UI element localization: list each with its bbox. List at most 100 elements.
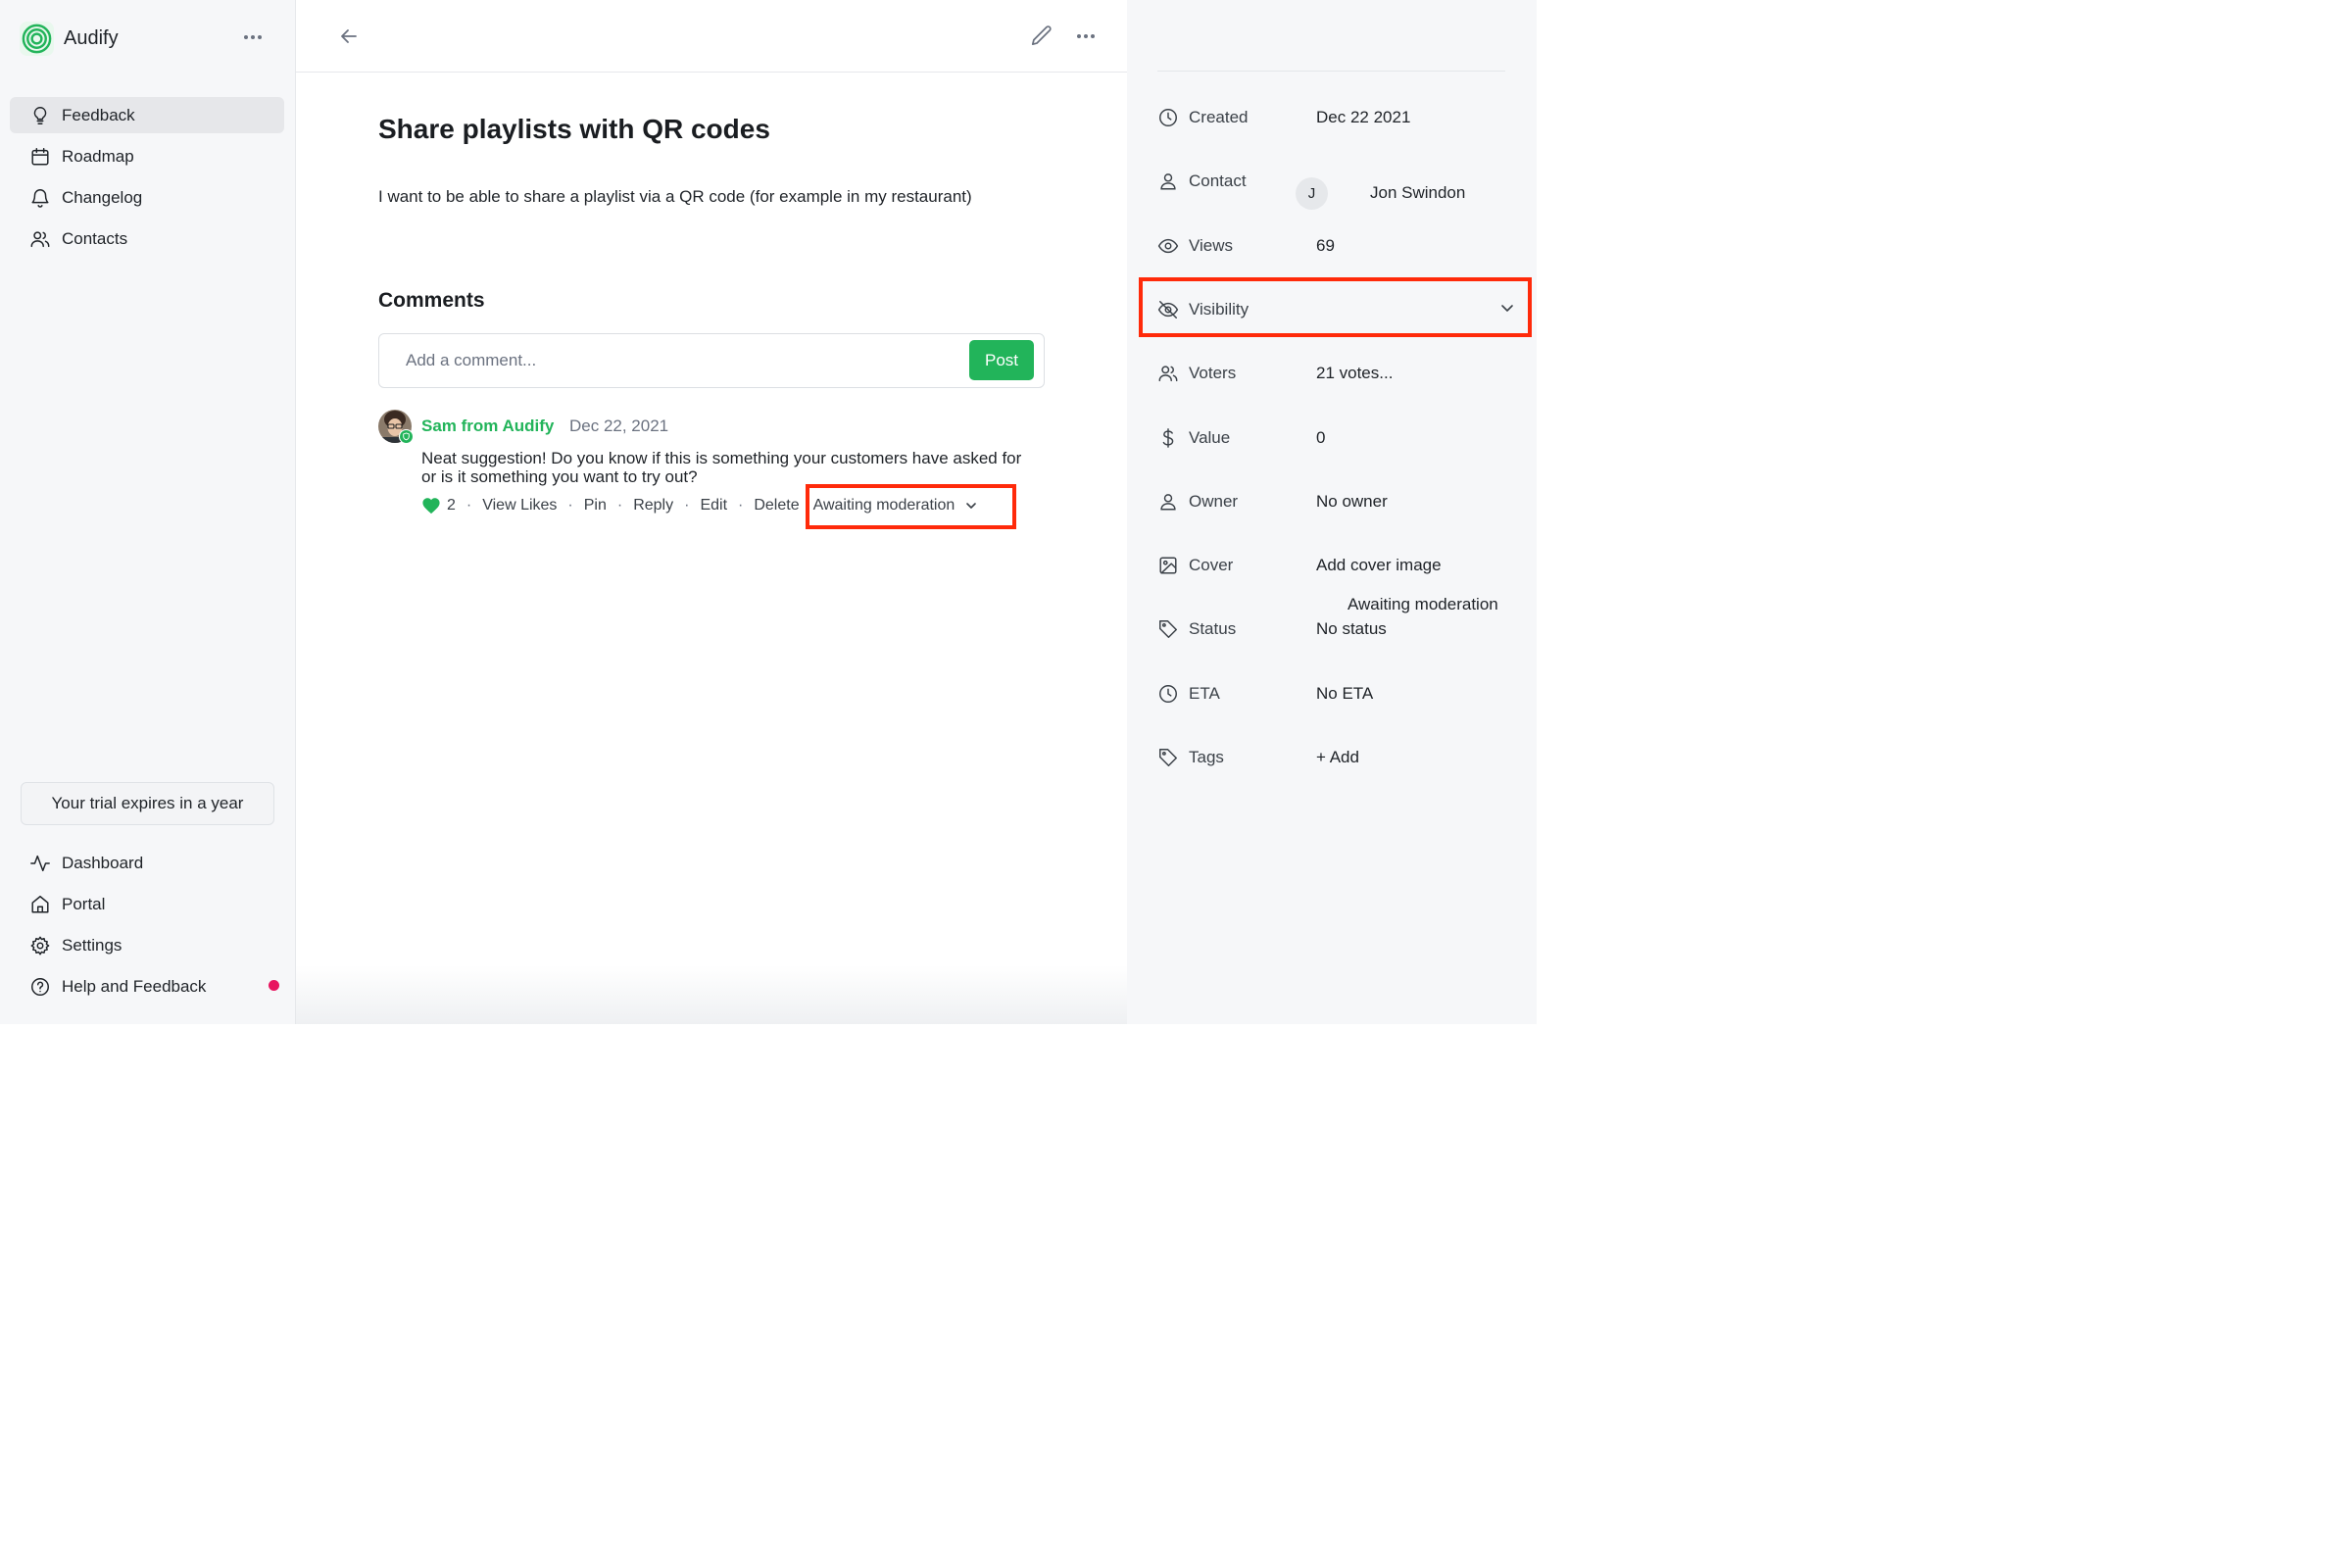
- voters-value[interactable]: 21 votes...: [1316, 364, 1393, 383]
- sidebar-item-label: Feedback: [62, 105, 135, 124]
- eta-value[interactable]: No ETA: [1316, 684, 1373, 704]
- pencil-icon[interactable]: [1029, 24, 1054, 49]
- dollar-icon: [1162, 428, 1174, 448]
- sidebar-item-feedback[interactable]: Feedback: [10, 97, 284, 133]
- comment-actions: 2 · View Likes · Pin · Reply · Edit · De…: [421, 497, 978, 514]
- app-name: Audify: [64, 27, 119, 49]
- clock-icon: [1159, 685, 1177, 703]
- sidebar-item-settings[interactable]: Settings: [10, 927, 284, 963]
- sidebar-item-changelog[interactable]: Changelog: [10, 179, 284, 216]
- tag-icon: [1159, 620, 1177, 638]
- contact-avatar[interactable]: J: [1296, 177, 1328, 210]
- separator-dot: ·: [567, 497, 573, 514]
- more-horizontal-icon[interactable]: [239, 29, 267, 45]
- chevron-down-icon[interactable]: [1499, 300, 1515, 316]
- sidebar-item-label: Portal: [62, 894, 106, 913]
- separator-dot: ·: [616, 497, 623, 514]
- property-label: Contact: [1189, 172, 1247, 190]
- audify-logo-icon: [20, 22, 54, 56]
- cover-value[interactable]: Add cover image: [1316, 556, 1442, 575]
- shield-check-icon: [399, 429, 414, 444]
- brand[interactable]: Audify: [20, 22, 119, 56]
- separator-dot: ·: [738, 497, 744, 514]
- property-views: Views 69: [1157, 232, 1530, 260]
- users-icon: [30, 230, 50, 247]
- sidebar-item-roadmap[interactable]: Roadmap: [10, 138, 284, 174]
- more-horizontal-icon[interactable]: [1072, 27, 1100, 45]
- arrow-left-icon[interactable]: [337, 24, 361, 48]
- views-value: 69: [1316, 236, 1335, 255]
- property-label: Views: [1189, 236, 1234, 255]
- comment-author[interactable]: Sam from Audify: [421, 416, 554, 436]
- property-contact: Contact: [1157, 168, 1530, 195]
- activity-icon: [30, 855, 50, 871]
- comment-moderation-value: Awaiting moderation: [812, 497, 956, 514]
- sidebar-item-label: Roadmap: [62, 146, 134, 166]
- property-visibility: Visibility Awaiting moderation: [1157, 296, 1530, 613]
- comment-input[interactable]: [380, 335, 958, 386]
- owner-value[interactable]: No owner: [1316, 492, 1388, 512]
- edit-link[interactable]: Edit: [700, 497, 727, 514]
- trial-banner[interactable]: Your trial expires in a year: [21, 782, 274, 825]
- sidebar: Audify Feedback Roadmap Changelog Contac…: [0, 0, 296, 1024]
- property-label: Status: [1189, 619, 1237, 638]
- property-label: Owner: [1189, 492, 1239, 511]
- property-label: Created: [1189, 108, 1249, 126]
- sidebar-item-label: Changelog: [62, 187, 143, 207]
- post-comment-button[interactable]: Post: [969, 340, 1034, 380]
- view-likes-link[interactable]: View Likes: [482, 497, 557, 514]
- status-value[interactable]: No status: [1316, 619, 1387, 639]
- help-circle-icon: [31, 977, 49, 996]
- heart-icon[interactable]: [421, 497, 441, 514]
- property-owner: Owner No owner: [1157, 488, 1530, 515]
- image-icon: [1159, 557, 1177, 574]
- sidebar-item-label: Settings: [62, 935, 122, 955]
- property-tags: Tags + Add: [1157, 744, 1530, 771]
- comment-date: Dec 22, 2021: [569, 416, 669, 435]
- eye-off-icon: [1157, 301, 1179, 318]
- property-label: ETA: [1189, 684, 1220, 703]
- post-title: Share playlists with QR codes: [378, 114, 770, 144]
- calendar-icon: [31, 147, 49, 166]
- home-icon: [31, 895, 49, 913]
- property-label: Tags: [1189, 748, 1224, 766]
- separator-dot: ·: [466, 497, 472, 514]
- visibility-select[interactable]: Awaiting moderation: [1348, 592, 1547, 617]
- property-eta: ETA No ETA: [1157, 680, 1530, 708]
- property-label: Value: [1189, 428, 1231, 447]
- delete-link[interactable]: Delete: [754, 497, 799, 514]
- value-value[interactable]: 0: [1316, 428, 1325, 448]
- user-icon: [1160, 173, 1176, 190]
- comments-heading: Comments: [378, 289, 485, 312]
- reply-link[interactable]: Reply: [633, 497, 673, 514]
- bell-icon: [31, 188, 49, 208]
- sidebar-item-help[interactable]: Help and Feedback: [10, 968, 284, 1004]
- user-icon: [1160, 494, 1176, 511]
- comment-text: Neat suggestion! Do you know if this is …: [421, 449, 1022, 486]
- sidebar-item-contacts[interactable]: Contacts: [10, 220, 284, 257]
- tag-icon: [1159, 749, 1177, 766]
- sidebar-item-dashboard[interactable]: Dashboard: [10, 845, 284, 881]
- eye-icon: [1157, 238, 1179, 254]
- notification-dot: [269, 980, 279, 991]
- topbar: [296, 0, 1127, 73]
- created-value: Dec 22 2021: [1316, 108, 1411, 126]
- sidebar-item-label: Contacts: [62, 228, 128, 248]
- contact-name[interactable]: Jon Swindon: [1370, 183, 1465, 203]
- property-created: Created Dec 22 2021: [1157, 104, 1530, 131]
- users-icon: [1158, 366, 1178, 382]
- comment-moderation-dropdown[interactable]: Awaiting moderation: [813, 497, 979, 514]
- lightbulb-icon: [33, 106, 47, 124]
- post-description: I want to be able to share a playlist vi…: [378, 187, 972, 206]
- property-cover: Cover Add cover image: [1157, 552, 1530, 579]
- add-tag-button[interactable]: + Add: [1316, 748, 1359, 767]
- separator-dot: ·: [684, 497, 690, 514]
- trial-text: Your trial expires in a year: [51, 794, 244, 812]
- bottom-nav: Dashboard Portal Settings Help and Feedb…: [10, 845, 284, 1009]
- sidebar-item-portal[interactable]: Portal: [10, 886, 284, 922]
- property-label: Visibility: [1189, 300, 1250, 318]
- like-count: 2: [447, 497, 456, 514]
- clock-icon: [1159, 109, 1177, 126]
- chevron-down-icon: [966, 503, 977, 509]
- pin-link[interactable]: Pin: [584, 497, 607, 514]
